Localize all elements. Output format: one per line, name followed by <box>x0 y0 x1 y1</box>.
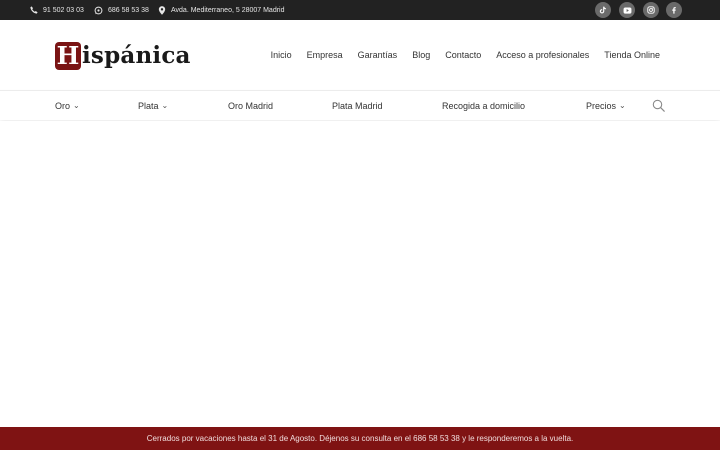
brand-logo[interactable]: H ispánica <box>55 40 191 70</box>
facebook-icon <box>672 7 676 14</box>
category-plata-madrid[interactable]: Plata Madrid <box>332 91 383 120</box>
vacation-notice-text: Cerrados por vacaciones hasta el 31 de A… <box>146 434 574 443</box>
category-oro-madrid[interactable]: Oro Madrid <box>228 91 273 120</box>
chevron-down-icon: ⌄ <box>161 101 169 110</box>
page-content <box>0 121 720 427</box>
facebook-link[interactable] <box>666 2 682 18</box>
category-recogida-label: Recogida a domicilio <box>442 100 526 111</box>
nav-item-contacto[interactable]: Contacto <box>445 50 481 60</box>
site-header: H ispánica Inicio Empresa Garantías Blog… <box>0 20 720 90</box>
tiktok-link[interactable] <box>595 2 611 18</box>
category-plata-label: Plata <box>138 100 159 111</box>
category-precios[interactable]: Precios ⌄ <box>586 91 626 120</box>
category-precios-label: Precios <box>586 100 617 111</box>
whatsapp-number: 686 58 53 38 <box>108 6 149 14</box>
tiktok-icon <box>599 6 607 14</box>
nav-item-tienda-online[interactable]: Tienda Online <box>604 50 660 60</box>
category-plata-madrid-label: Plata Madrid <box>332 100 383 111</box>
map-pin-icon <box>158 5 166 15</box>
category-oro[interactable]: Oro ⌄ <box>55 91 80 120</box>
nav-item-inicio[interactable]: Inicio <box>271 50 292 60</box>
nav-item-empresa[interactable]: Empresa <box>307 50 343 60</box>
nav-item-blog[interactable]: Blog <box>412 50 430 60</box>
whatsapp-contact[interactable]: 686 58 53 38 <box>94 0 149 20</box>
chevron-down-icon: ⌄ <box>73 101 80 110</box>
category-oro-label: Oro <box>55 100 71 111</box>
instagram-icon <box>647 6 655 14</box>
category-oro-madrid-label: Oro Madrid <box>228 100 274 111</box>
nav-item-acceso-profesionales[interactable]: Acceso a profesionales <box>496 50 589 60</box>
top-bar: 91 502 03 03 686 58 53 38 Avda. Mediterr… <box>0 0 720 20</box>
phone-contact[interactable]: 91 502 03 03 <box>30 0 84 20</box>
logo-initial: H <box>55 41 81 70</box>
category-recogida-domicilio[interactable]: Recogida a domicilio <box>442 91 525 120</box>
phone-icon <box>30 6 38 14</box>
instagram-link[interactable] <box>643 2 659 18</box>
category-plata[interactable]: Plata ⌄ <box>138 91 168 120</box>
phone-number: 91 502 03 03 <box>43 6 84 14</box>
category-navigation: Oro ⌄ Plata ⌄ Oro Madrid Plata Madrid Re… <box>0 90 720 120</box>
nav-item-garantias[interactable]: Garantías <box>358 50 398 60</box>
search-button[interactable] <box>652 99 665 117</box>
main-navigation: Inicio Empresa Garantías Blog Contacto A… <box>271 20 660 90</box>
youtube-icon <box>623 6 631 14</box>
logo-wordmark: ispánica <box>82 42 191 69</box>
chevron-down-icon: ⌄ <box>619 101 626 110</box>
search-icon <box>652 99 665 112</box>
whatsapp-icon <box>94 6 103 14</box>
address-text: Avda. Mediterraneo, 5 28007 Madrid <box>171 6 285 14</box>
address-info: Avda. Mediterraneo, 5 28007 Madrid <box>158 0 285 20</box>
youtube-link[interactable] <box>619 2 635 18</box>
vacation-notice-bar: Cerrados por vacaciones hasta el 31 de A… <box>0 427 720 450</box>
